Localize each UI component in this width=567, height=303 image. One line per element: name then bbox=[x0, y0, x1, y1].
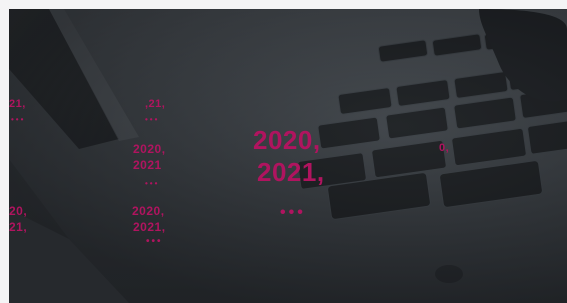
year-text-2021-large: 2021, bbox=[257, 157, 325, 187]
laptop-photo bbox=[9, 9, 567, 303]
year-text-2020-mid-b: 2020, bbox=[132, 204, 165, 218]
hero-image: 2020, 2021, ••• 2020, 2021 2020, 2021, •… bbox=[9, 9, 567, 303]
year-text-21-left: 21, bbox=[9, 220, 28, 234]
year-text-2021-mid-a: 2021 bbox=[133, 158, 162, 172]
trackpad-mark bbox=[435, 265, 463, 283]
year-text-2021-mid-b: 2021, bbox=[133, 220, 166, 234]
year-text-21-left-top: 21, bbox=[9, 98, 26, 110]
year-text-2020-mid-a: 2020, bbox=[133, 142, 166, 156]
year-text-2020-large: 2020, bbox=[253, 125, 321, 155]
year-text-0-right: 0, bbox=[439, 142, 450, 154]
year-text-21-top: ,21, bbox=[145, 98, 166, 110]
dots-large: ••• bbox=[280, 204, 306, 221]
dots-small-mid: ••• bbox=[146, 236, 163, 247]
page-left-strip bbox=[0, 0, 9, 303]
dots-top: ••• bbox=[145, 115, 160, 124]
dots-mid-a: ••• bbox=[145, 179, 160, 188]
year-text-20-left: 20, bbox=[9, 204, 28, 218]
dots-left-top: ••• bbox=[11, 115, 26, 124]
page-top-strip bbox=[0, 0, 567, 9]
